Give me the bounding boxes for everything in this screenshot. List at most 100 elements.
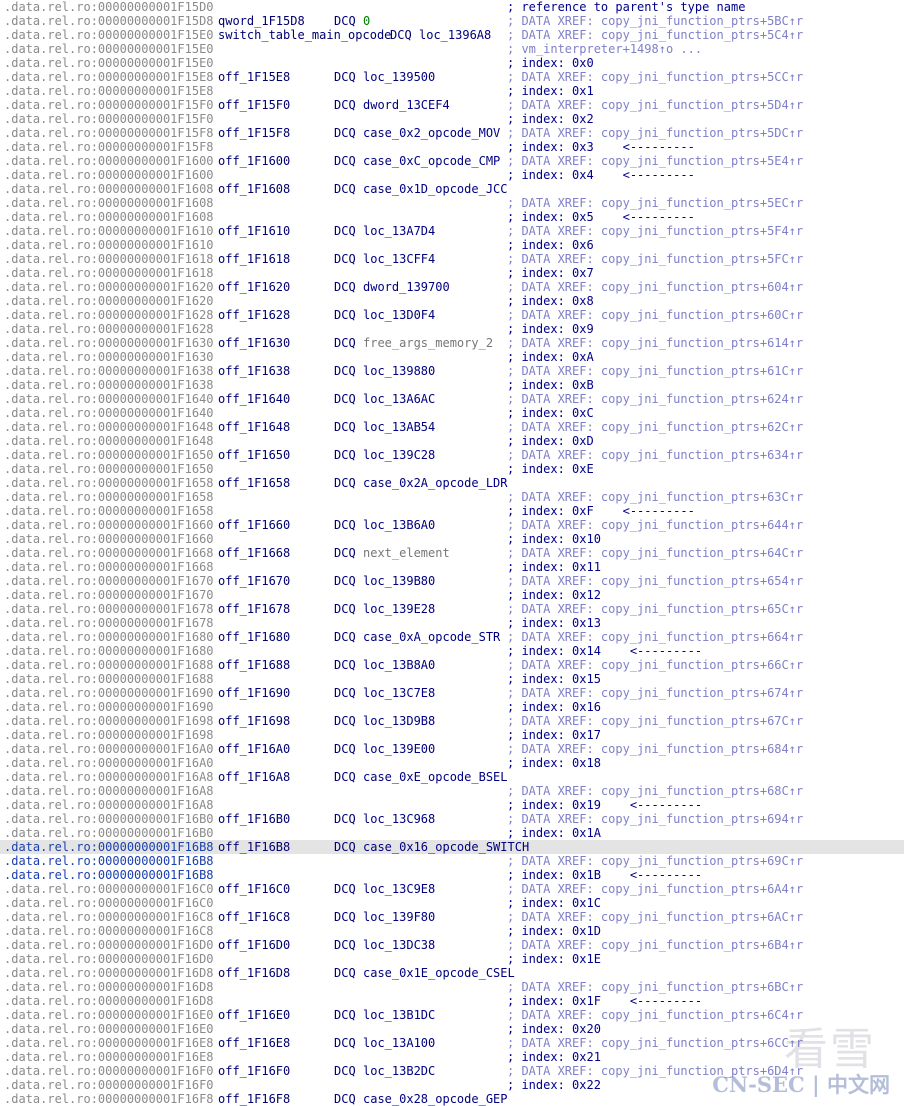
line-address[interactable]: .data.rel.ro:00000000001F15E8 [4,70,214,84]
line-address[interactable]: .data.rel.ro:00000000001F1638 [4,378,214,392]
listing-line[interactable]: .data.rel.ro:00000000001F1620 off_1F1620 D… [0,280,904,294]
xref-comment[interactable]: ; DATA XREF: copy_jni_function_ptrs+68C↑… [507,784,803,798]
line-address[interactable]: .data.rel.ro:00000000001F16D0 [4,952,214,966]
listing-line[interactable]: .data.rel.ro:00000000001F1610 off_1F1610 D… [0,224,904,238]
line-label[interactable]: off_1F15E8 [218,70,290,84]
line-address[interactable]: .data.rel.ro:00000000001F1698 [4,728,214,742]
listing-line[interactable]: .data.rel.ro:00000000001F16B0 off_1F16B0 D… [0,812,904,826]
listing-line[interactable]: .data.rel.ro:00000000001F1658 ; DATA XREF… [0,490,904,504]
listing-line[interactable]: .data.rel.ro:00000000001F1658 off_1F1658 D… [0,476,904,490]
line-address[interactable]: .data.rel.ro:00000000001F1640 [4,406,214,420]
xref-comment[interactable]: ; DATA XREF: copy_jni_function_ptrs+604↑… [507,280,803,294]
listing-line[interactable]: .data.rel.ro:00000000001F15F8 ; index: 0x… [0,140,904,154]
line-operand[interactable]: loc_13DC38 [363,938,435,952]
listing-line[interactable]: .data.rel.ro:00000000001F1648 ; index: 0x… [0,434,904,448]
listing-line[interactable]: .data.rel.ro:00000000001F1660 off_1F1660 D… [0,518,904,532]
line-operand[interactable]: 0 [363,14,370,28]
line-operand[interactable]: loc_13A100 [363,1036,435,1050]
listing-line[interactable]: .data.rel.ro:00000000001F1608 ; DATA XREF… [0,196,904,210]
xref-comment[interactable]: ; DATA XREF: copy_jni_function_ptrs+67C↑… [507,714,803,728]
listing-line[interactable]: .data.rel.ro:00000000001F16D8 ; DATA XREF… [0,980,904,994]
line-label[interactable]: off_1F16A8 [218,770,290,784]
line-address[interactable]: .data.rel.ro:00000000001F1668 [4,560,214,574]
line-address[interactable]: .data.rel.ro:00000000001F1620 [4,280,214,294]
xref-comment[interactable]: ; DATA XREF: copy_jni_function_ptrs+5BC↑… [507,14,803,28]
xref-comment[interactable]: ; DATA XREF: copy_jni_function_ptrs+5DC↑… [507,126,803,140]
listing-line[interactable]: .data.rel.ro:00000000001F1690 ; index: 0x… [0,700,904,714]
line-operand[interactable]: loc_139880 [363,364,435,378]
xref-comment[interactable]: ; DATA XREF: copy_jni_function_ptrs+69C↑… [507,854,803,868]
line-address[interactable]: .data.rel.ro:00000000001F16F0 [4,1078,214,1092]
line-operand[interactable]: loc_13C968 [363,812,435,826]
line-address[interactable]: .data.rel.ro:00000000001F16A0 [4,756,214,770]
line-label[interactable]: off_1F1638 [218,364,290,378]
line-operand[interactable]: loc_13D9B8 [363,714,435,728]
listing-line[interactable]: .data.rel.ro:00000000001F16C0 ; index: 0x… [0,896,904,910]
line-address[interactable]: .data.rel.ro:00000000001F15E8 [4,84,214,98]
listing-line[interactable]: .data.rel.ro:00000000001F1638 ; index: 0x… [0,378,904,392]
line-address[interactable]: .data.rel.ro:00000000001F16B8 [4,840,214,854]
line-address[interactable]: .data.rel.ro:00000000001F16B8 [4,868,214,882]
listing-line[interactable]: .data.rel.ro:00000000001F1658 ; index: 0x… [0,504,904,518]
line-address[interactable]: .data.rel.ro:00000000001F1658 [4,490,214,504]
line-address[interactable]: .data.rel.ro:00000000001F16A8 [4,798,214,812]
listing-line[interactable]: .data.rel.ro:00000000001F16A8 ; index: 0x… [0,798,904,812]
xref-comment[interactable]: ; DATA XREF: copy_jni_function_ptrs+62C↑… [507,420,803,434]
listing-line[interactable]: .data.rel.ro:00000000001F16A8 off_1F16A8 D… [0,770,904,784]
line-address[interactable]: .data.rel.ro:00000000001F1600 [4,154,214,168]
line-address[interactable]: .data.rel.ro:00000000001F1688 [4,672,214,686]
listing-line[interactable]: .data.rel.ro:00000000001F1690 off_1F1690 D… [0,686,904,700]
line-address[interactable]: .data.rel.ro:00000000001F1620 [4,294,214,308]
xref-comment[interactable]: ; DATA XREF: copy_jni_function_ptrs+5FC↑… [507,252,803,266]
listing-line[interactable]: .data.rel.ro:00000000001F16B0 ; index: 0x… [0,826,904,840]
line-address[interactable]: .data.rel.ro:00000000001F1670 [4,588,214,602]
line-address[interactable]: .data.rel.ro:00000000001F1628 [4,322,214,336]
line-address[interactable]: .data.rel.ro:00000000001F1618 [4,266,214,280]
listing-line[interactable]: .data.rel.ro:00000000001F1618 off_1F1618 D… [0,252,904,266]
line-address[interactable]: .data.rel.ro:00000000001F16B0 [4,826,214,840]
line-address[interactable]: .data.rel.ro:00000000001F16C8 [4,910,214,924]
line-address[interactable]: .data.rel.ro:00000000001F1608 [4,196,214,210]
line-operand[interactable]: loc_139B80 [363,574,435,588]
line-label[interactable]: off_1F1648 [218,420,290,434]
xref-comment[interactable]: ; DATA XREF: copy_jni_function_ptrs+654↑… [507,574,803,588]
line-address[interactable]: .data.rel.ro:00000000001F16C8 [4,924,214,938]
listing-line-selected[interactable]: .data.rel.ro:00000000001F16B8 off_1F16B8 D… [0,840,904,854]
xref-comment[interactable]: ; DATA XREF: copy_jni_function_ptrs+644↑… [507,518,803,532]
listing-line[interactable]: .data.rel.ro:00000000001F16A0 ; index: 0x… [0,756,904,770]
xref-comment[interactable]: ; DATA XREF: copy_jni_function_ptrs+64C↑… [507,546,803,560]
line-operand[interactable]: case_0xA_opcode_STR [363,630,500,644]
line-label[interactable]: off_1F1698 [218,714,290,728]
listing-line[interactable]: .data.rel.ro:00000000001F1688 ; index: 0x… [0,672,904,686]
xref-comment[interactable]: ; DATA XREF: copy_jni_function_ptrs+61C↑… [507,364,803,378]
line-address[interactable]: .data.rel.ro:00000000001F1660 [4,532,214,546]
line-label[interactable]: off_1F1658 [218,476,290,490]
line-operand[interactable]: loc_139E00 [363,742,435,756]
line-label[interactable]: off_1F15F8 [218,126,290,140]
listing-line[interactable]: .data.rel.ro:00000000001F16D8 off_1F16D8 D… [0,966,904,980]
line-address[interactable]: .data.rel.ro:00000000001F16F8 [4,1092,214,1106]
listing-line[interactable]: .data.rel.ro:00000000001F15D0 ; reference… [0,0,904,14]
line-label[interactable]: off_1F16F8 [218,1092,290,1106]
line-operand[interactable]: loc_13B8A0 [363,658,435,672]
line-label[interactable]: off_1F1600 [218,154,290,168]
line-address[interactable]: .data.rel.ro:00000000001F15F0 [4,98,214,112]
listing-line[interactable]: .data.rel.ro:00000000001F1698 ; index: 0x… [0,728,904,742]
listing-line[interactable]: .data.rel.ro:00000000001F1628 off_1F1628 D… [0,308,904,322]
line-address[interactable]: .data.rel.ro:00000000001F1690 [4,700,214,714]
line-address[interactable]: .data.rel.ro:00000000001F1630 [4,336,214,350]
line-label[interactable]: off_1F16B0 [218,812,290,826]
xref-comment[interactable]: ; DATA XREF: copy_jni_function_ptrs+664↑… [507,630,803,644]
xref-comment[interactable]: ; DATA XREF: copy_jni_function_ptrs+6B4↑… [507,938,803,952]
line-operand[interactable]: case_0x1D_opcode_JCC [363,182,508,196]
xref-comment[interactable]: ; DATA XREF: copy_jni_function_ptrs+5D4↑… [507,98,803,112]
listing-line[interactable]: .data.rel.ro:00000000001F15E0 ; vm_interp… [0,42,904,56]
line-address[interactable]: .data.rel.ro:00000000001F1638 [4,364,214,378]
line-label[interactable]: off_1F1690 [218,686,290,700]
line-address[interactable]: .data.rel.ro:00000000001F1668 [4,546,214,560]
listing-line[interactable]: .data.rel.ro:00000000001F1600 ; index: 0x… [0,168,904,182]
line-label[interactable]: off_1F1620 [218,280,290,294]
listing-line[interactable]: .data.rel.ro:00000000001F1640 off_1F1640 D… [0,392,904,406]
xref-comment[interactable]: ; DATA XREF: copy_jni_function_ptrs+694↑… [507,812,803,826]
line-operand[interactable]: loc_139C28 [363,448,435,462]
